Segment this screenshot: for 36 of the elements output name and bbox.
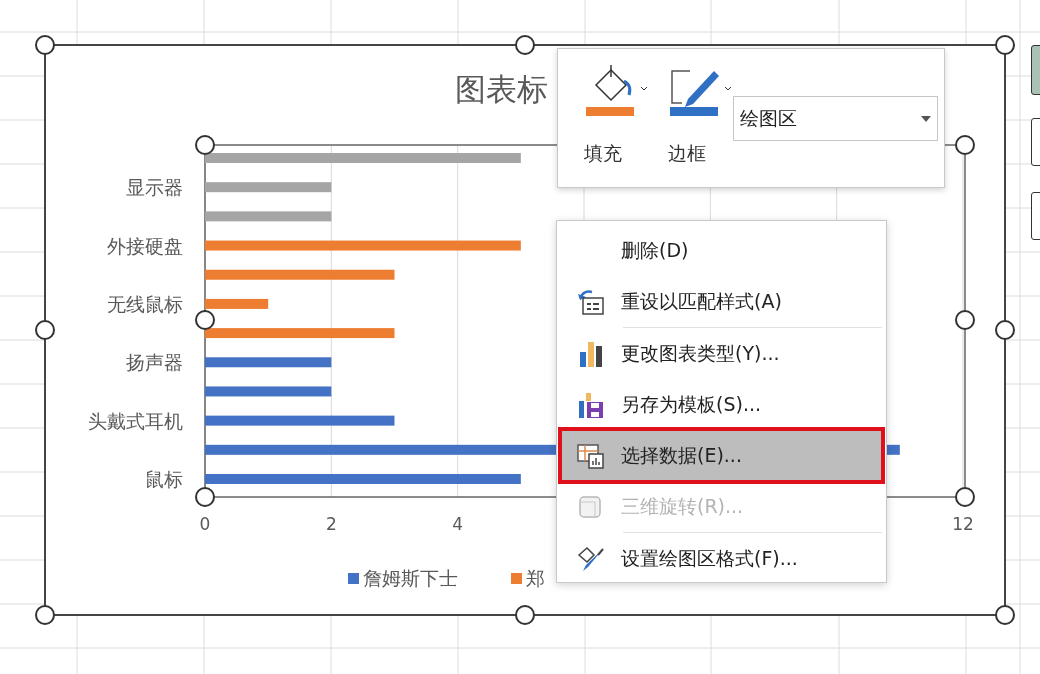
fill-button[interactable]: 填充	[572, 59, 652, 179]
reset-style-icon	[576, 287, 606, 316]
resize-handle[interactable]	[995, 35, 1015, 55]
resize-handle[interactable]	[995, 605, 1015, 625]
menu-item[interactable]: 另存为模板(S)...	[561, 379, 882, 430]
menu-item[interactable]: 设置绘图区格式(F)...	[561, 533, 882, 584]
menu-item[interactable]: 更改图表类型(Y)...	[561, 328, 882, 379]
menu-item[interactable]: 重设以匹配样式(A)	[561, 276, 882, 327]
caret-icon	[921, 115, 931, 122]
category-label: 头戴式耳机	[88, 409, 183, 432]
axis-tick-label: 12	[952, 514, 974, 534]
bar[interactable]	[205, 357, 332, 368]
resize-handle[interactable]	[35, 35, 55, 55]
table-chart-icon	[576, 441, 606, 470]
category-label: 外接硬盘	[107, 234, 183, 257]
resize-handle[interactable]	[35, 605, 55, 625]
category-label: 鼠标	[145, 468, 183, 490]
menu-item[interactable]: 选择数据(E)...	[561, 430, 882, 481]
border-button[interactable]: 边框	[656, 59, 736, 179]
element-dropdown[interactable]: 绘图区	[733, 96, 938, 141]
category-label: 显示器	[126, 176, 183, 199]
menu-item[interactable]: 删除(D)	[561, 225, 882, 276]
save-template-icon	[576, 390, 606, 419]
axis-tick-label: 0	[199, 514, 211, 534]
axis-tick-label: 4	[452, 514, 464, 534]
resize-handle[interactable]	[35, 320, 55, 340]
resize-handle[interactable]	[995, 320, 1015, 340]
legend-label: 郑	[526, 567, 545, 589]
resize-handle[interactable]	[515, 605, 535, 625]
chart-title: 图表标	[455, 71, 548, 107]
category-label: 无线鼠标	[107, 292, 183, 315]
category-label: 扬声器	[126, 351, 183, 374]
axis-tick-label: 2	[325, 514, 337, 534]
format-brush-icon	[576, 544, 606, 573]
resize-handle[interactable]	[515, 35, 535, 55]
legend-label: 詹姆斯下士	[363, 567, 458, 589]
